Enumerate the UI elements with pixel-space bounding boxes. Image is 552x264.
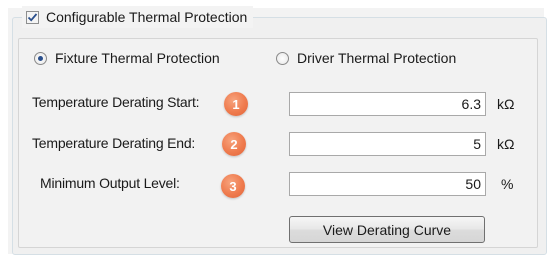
temperature-derating-start-input[interactable] bbox=[289, 92, 486, 116]
configurable-thermal-protection-toggle[interactable]: Configurable Thermal Protection bbox=[22, 6, 254, 28]
fixture-thermal-protection-option[interactable]: Fixture Thermal Protection bbox=[34, 50, 220, 66]
temperature-derating-start-label: Temperature Derating Start: bbox=[32, 94, 200, 110]
radio-selected-dot bbox=[38, 55, 43, 61]
driver-thermal-protection-radio[interactable] bbox=[276, 51, 289, 65]
temperature-derating-end-input[interactable] bbox=[289, 132, 486, 156]
temperature-derating-end-unit: kΩ bbox=[497, 136, 515, 152]
minimum-output-level-input[interactable] bbox=[289, 172, 486, 196]
checkmark-icon bbox=[27, 12, 38, 22]
callout-badge-2: 2 bbox=[222, 132, 246, 156]
temperature-derating-start-unit: kΩ bbox=[497, 96, 515, 112]
minimum-output-level-unit: % bbox=[501, 176, 514, 192]
driver-thermal-protection-option[interactable]: Driver Thermal Protection bbox=[276, 50, 456, 66]
callout-badge-3: 3 bbox=[221, 174, 245, 198]
fixture-thermal-protection-label: Fixture Thermal Protection bbox=[55, 50, 220, 66]
temperature-derating-end-label: Temperature Derating End: bbox=[32, 135, 196, 151]
configurable-thermal-protection-label: Configurable Thermal Protection bbox=[46, 9, 248, 25]
callout-badge-1: 1 bbox=[224, 92, 248, 116]
configurable-thermal-protection-checkbox[interactable] bbox=[26, 10, 39, 24]
driver-thermal-protection-label: Driver Thermal Protection bbox=[297, 50, 457, 66]
fixture-thermal-protection-radio[interactable] bbox=[34, 51, 47, 65]
minimum-output-level-label: Minimum Output Level: bbox=[40, 175, 180, 191]
view-derating-curve-button[interactable]: View Derating Curve bbox=[289, 216, 485, 243]
